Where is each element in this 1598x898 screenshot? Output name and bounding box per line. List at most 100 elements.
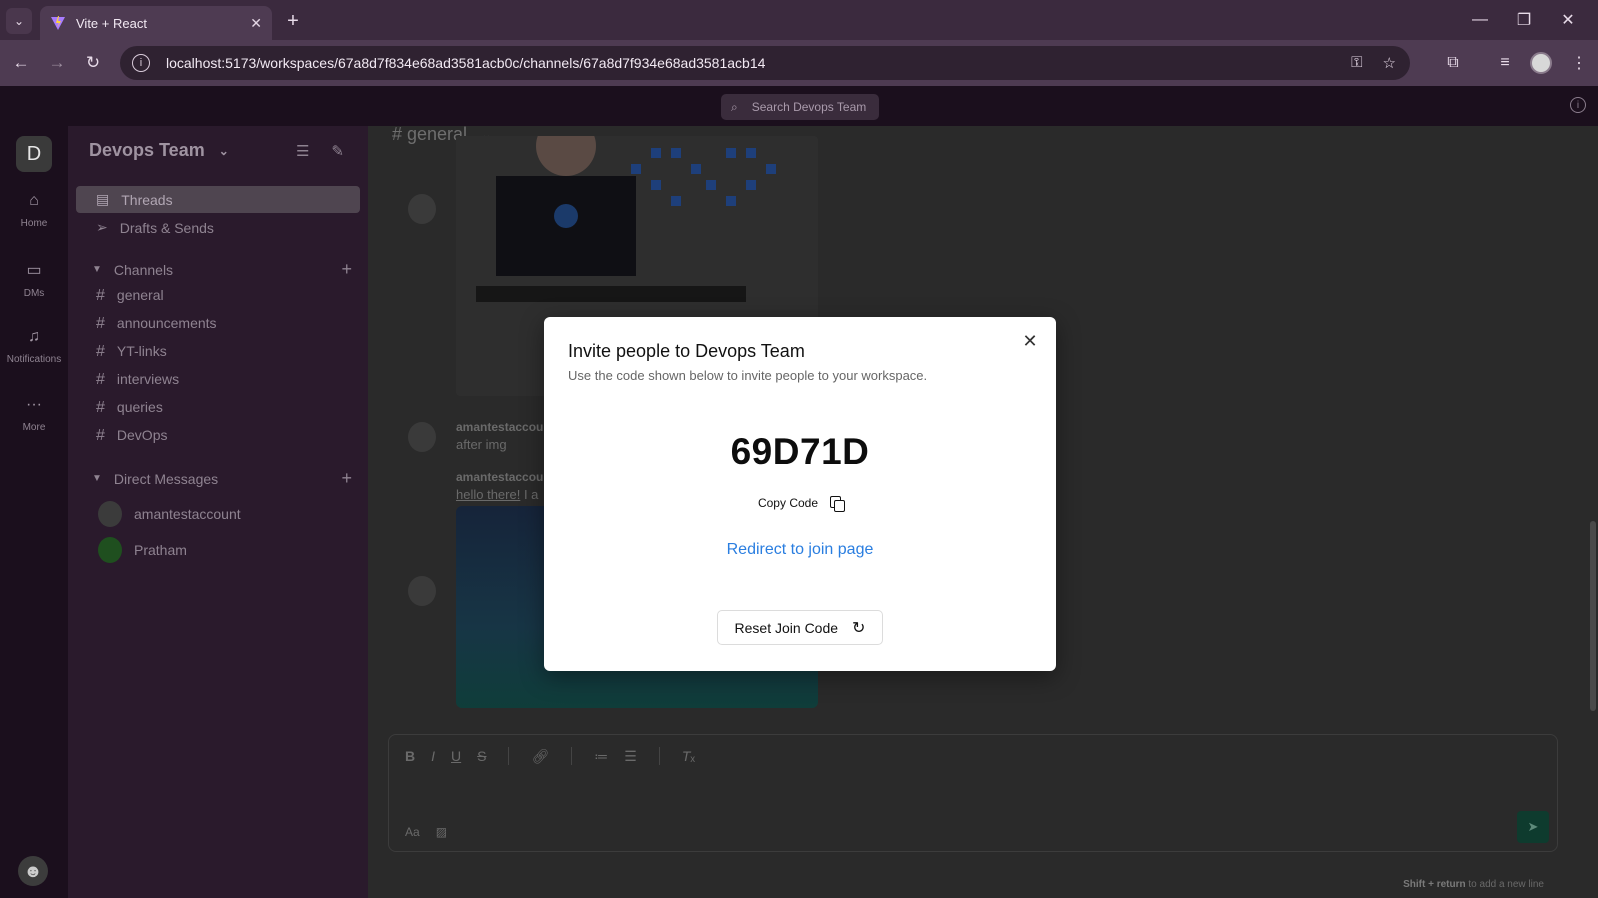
- sidebar-item-threads[interactable]: ▤ Threads: [76, 186, 360, 213]
- extensions-icon[interactable]: ⧉: [1440, 50, 1466, 76]
- avatar: [98, 501, 122, 527]
- rail-more[interactable]: ··· More: [0, 396, 68, 433]
- dm-name: amantestaccount: [134, 506, 241, 522]
- bell-icon: ♫: [28, 328, 40, 345]
- avatar: [408, 576, 436, 606]
- clear-format-icon[interactable]: Tₓ: [682, 748, 695, 764]
- channel-name: YT-links: [116, 343, 167, 359]
- channels-label: Channels: [113, 261, 174, 278]
- restore-button[interactable]: ❐: [1502, 6, 1546, 34]
- hash-icon: #: [96, 343, 105, 360]
- channel-name: interviews: [116, 371, 180, 387]
- rail-notifications[interactable]: ♫ Notifications: [0, 328, 68, 365]
- sidebar-channel[interactable]: # DevOps: [96, 427, 167, 445]
- hash-icon: #: [96, 371, 105, 388]
- sidebar-channel[interactable]: # announcements: [96, 315, 217, 333]
- info-icon[interactable]: i: [1570, 97, 1586, 113]
- site-info-icon[interactable]: i: [132, 54, 150, 72]
- back-button[interactable]: ←: [8, 50, 34, 76]
- close-icon[interactable]: ✕: [1020, 331, 1040, 351]
- invite-modal: ✕ Invite people to Devops Team Use the c…: [544, 317, 1056, 671]
- minimize-button[interactable]: —: [1458, 6, 1502, 34]
- new-tab-button[interactable]: +: [280, 8, 306, 34]
- sidebar-item-drafts[interactable]: ➢ Drafts & Sends: [76, 214, 360, 241]
- message-author[interactable]: amantestaccou: [456, 420, 543, 434]
- forward-button[interactable]: →: [44, 50, 70, 76]
- sidebar-channel[interactable]: # queries: [96, 399, 163, 417]
- format-toolbar: B I U S 🔗︎ ≔ ☰ Tₓ: [405, 747, 695, 765]
- sidebar-dm[interactable]: Pratham: [98, 537, 187, 563]
- browser-tab[interactable]: Vite + React ✕: [40, 6, 272, 40]
- message-editor[interactable]: B I U S 🔗︎ ≔ ☰ Tₓ Aa ▨ ➤: [388, 734, 1558, 852]
- editor-hint: Shift + return to add a new line: [1403, 879, 1544, 890]
- workspace-search[interactable]: ⌕ Search Devops Team: [721, 94, 879, 120]
- add-channel-icon[interactable]: +: [341, 259, 352, 280]
- compose-icon[interactable]: ✎: [331, 142, 344, 160]
- modal-title: Invite people to Devops Team: [568, 341, 805, 361]
- scrollbar[interactable]: [1590, 521, 1596, 711]
- user-avatar[interactable]: ☻: [18, 856, 48, 886]
- password-key-icon[interactable]: ⚿: [1351, 54, 1362, 72]
- chevron-down-icon: ⌄: [218, 143, 229, 158]
- close-tab-icon[interactable]: ✕: [250, 15, 262, 32]
- url-bar[interactable]: i localhost:5173/workspaces/67a8d7f834e6…: [120, 46, 1410, 80]
- ordered-list-icon[interactable]: ≔: [594, 748, 608, 765]
- close-window-button[interactable]: ✕: [1546, 6, 1590, 34]
- rail-dms[interactable]: ▭ DMs: [0, 260, 68, 299]
- message-text: after img: [456, 437, 507, 452]
- reload-button[interactable]: ↻: [80, 50, 106, 76]
- caret-down-icon: ▼: [92, 264, 102, 275]
- sidebar-channel[interactable]: # YT-links: [96, 343, 167, 361]
- dms-section-header[interactable]: ▼ Direct Messages +: [92, 468, 352, 489]
- tab-search-button[interactable]: ⌄: [6, 8, 32, 34]
- left-rail: D ⌂ Home ▭ DMs ♫ Notifications ··· More …: [0, 126, 68, 898]
- sidebar-item-label: Drafts & Sends: [119, 219, 214, 236]
- workspace-avatar[interactable]: D: [16, 136, 52, 172]
- copy-icon: [830, 496, 846, 512]
- avatar: [408, 194, 436, 224]
- rail-home[interactable]: ⌂ Home: [0, 192, 68, 229]
- reset-join-code-button[interactable]: Reset Join Code ↻: [717, 610, 883, 645]
- copy-code-button[interactable]: Copy Code: [748, 489, 854, 517]
- browser-menu-icon[interactable]: ⋮: [1566, 50, 1592, 76]
- dms-label: Direct Messages: [113, 470, 219, 487]
- workspace-name: Devops Team: [89, 140, 205, 160]
- bold-icon[interactable]: B: [405, 748, 415, 764]
- message-author[interactable]: amantestaccou: [456, 470, 543, 484]
- media-control-icon[interactable]: ≡: [1492, 50, 1518, 76]
- filter-icon[interactable]: ☰: [296, 142, 309, 160]
- sidebar-channel[interactable]: # interviews: [96, 371, 179, 389]
- profile-avatar[interactable]: [1530, 52, 1552, 74]
- underline-icon[interactable]: U: [451, 748, 461, 764]
- dm-name: Pratham: [134, 542, 187, 558]
- bullet-list-icon[interactable]: ☰: [624, 748, 637, 765]
- italic-icon[interactable]: I: [431, 748, 435, 764]
- hash-icon: #: [96, 287, 105, 304]
- message-text-rest: I a: [520, 487, 539, 502]
- divider: [571, 747, 573, 765]
- hint-shortcut: Shift + return: [1403, 879, 1466, 890]
- add-dm-icon[interactable]: +: [341, 468, 352, 489]
- bookmark-star-icon[interactable]: ☆: [1383, 54, 1396, 72]
- hash-icon: #: [96, 399, 105, 416]
- message-text: hello there! I a: [456, 487, 538, 502]
- threads-icon: ▤: [96, 191, 110, 207]
- sidebar-dm[interactable]: amantestaccount: [98, 501, 241, 527]
- strikethrough-icon[interactable]: S: [477, 748, 486, 764]
- channels-section-header[interactable]: ▼ Channels +: [92, 259, 352, 280]
- sidebar-channel[interactable]: # general: [96, 287, 164, 305]
- send-button[interactable]: ➤: [1517, 811, 1549, 843]
- image-upload-icon[interactable]: ▨: [436, 825, 447, 839]
- modal-subtitle: Use the code shown below to invite peopl…: [568, 368, 928, 383]
- rail-notifications-label: Notifications: [6, 354, 62, 365]
- link-icon[interactable]: 🔗︎: [531, 748, 549, 765]
- url-text: localhost:5173/workspaces/67a8d7f834e68a…: [166, 55, 766, 71]
- rail-dms-label: DMs: [23, 288, 45, 299]
- divider: [658, 747, 660, 765]
- refresh-icon: ↻: [852, 619, 866, 637]
- message-link[interactable]: hello there!: [456, 487, 520, 502]
- app-topbar: ⌕ Search Devops Team i: [0, 86, 1598, 126]
- format-toggle-button[interactable]: Aa: [405, 825, 420, 839]
- redirect-join-link[interactable]: Redirect to join page: [544, 541, 1056, 559]
- workspace-name-button[interactable]: Devops Team ⌄: [89, 140, 229, 161]
